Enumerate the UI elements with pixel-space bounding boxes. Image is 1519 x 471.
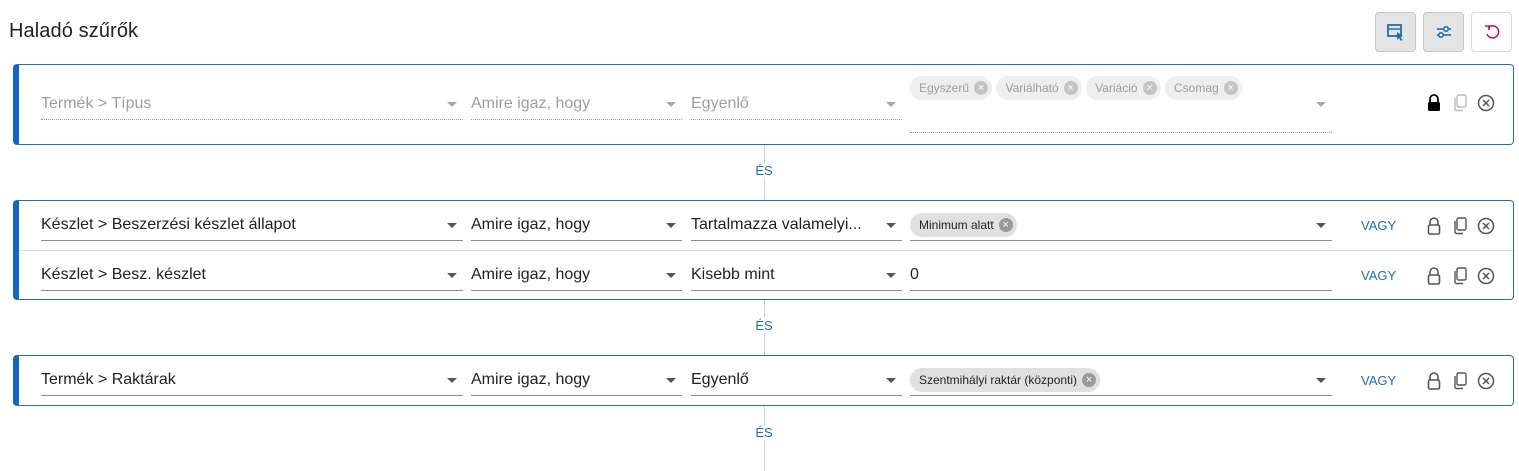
filter-group: Termék > Típus Amire igaz, hogy Egyenlő … (13, 64, 1514, 145)
value-select[interactable]: Egyszerű × Variálható × Variáció × Csomag × (910, 75, 1332, 133)
chevron-down-icon (447, 102, 457, 107)
and-label: ÉS (734, 318, 794, 333)
remove-icon[interactable] (1475, 265, 1497, 287)
operator-select[interactable]: Tartalmazza valamelyi... (691, 211, 902, 241)
value-chip: Egyszerű × (910, 75, 993, 100)
lock-open-icon[interactable] (1423, 370, 1445, 392)
and-label: ÉS (734, 425, 794, 440)
copy-icon[interactable] (1449, 215, 1471, 237)
chevron-down-icon (666, 378, 676, 383)
filter-row: Készlet > Beszerzési készlet állapot Ami… (19, 201, 1513, 250)
chevron-down-icon (886, 223, 896, 228)
chevron-down-icon (1316, 102, 1326, 107)
chip-remove-icon[interactable]: × (1082, 372, 1097, 387)
toolbar (1375, 12, 1512, 52)
chevron-down-icon (886, 378, 896, 383)
sliders-icon (1436, 25, 1451, 39)
chevron-down-icon (886, 273, 896, 278)
remove-icon[interactable] (1475, 92, 1497, 114)
filter-group: Termék > Raktárak Amire igaz, hogy Egyen… (13, 355, 1514, 406)
value-chip: Variáció × (1086, 75, 1161, 100)
operator-select[interactable]: Kisebb mint (691, 261, 902, 291)
and-label: ÉS (734, 163, 794, 178)
remove-icon[interactable] (1475, 370, 1497, 392)
quantifier-select[interactable]: Amire igaz, hogy (471, 90, 682, 120)
operator-select[interactable]: Egyenlő (691, 90, 902, 120)
copy-icon[interactable] (1449, 370, 1471, 392)
row-actions (1423, 265, 1497, 287)
chevron-down-icon (447, 273, 457, 278)
value-chip: Minimum alatt × (910, 212, 1017, 237)
value-chip: Szentmihályi raktár (központi) × (910, 367, 1101, 392)
chevron-down-icon (1316, 223, 1326, 228)
chevron-down-icon (447, 223, 457, 228)
or-button[interactable]: VAGY (1361, 373, 1396, 388)
value-input[interactable]: 0 (910, 261, 1332, 291)
or-button[interactable]: VAGY (1361, 218, 1396, 233)
chevron-down-icon (886, 102, 896, 107)
copy-icon[interactable] (1449, 92, 1471, 114)
undo-icon (1484, 25, 1499, 39)
chip-remove-icon[interactable]: × (998, 217, 1013, 232)
chevron-down-icon (1316, 378, 1326, 383)
lock-open-icon[interactable] (1423, 215, 1445, 237)
row-actions (1423, 92, 1497, 114)
operator-select[interactable]: Egyenlő (691, 366, 902, 396)
filter-settings-button[interactable] (1423, 12, 1464, 52)
field-select[interactable]: Termék > Típus (41, 90, 463, 120)
chevron-down-icon (666, 102, 676, 107)
quantifier-select[interactable]: Amire igaz, hogy (471, 261, 682, 291)
copy-icon[interactable] (1449, 265, 1471, 287)
filter-row: Termék > Raktárak Amire igaz, hogy Egyen… (19, 356, 1513, 405)
field-select[interactable]: Készlet > Besz. készlet (41, 261, 463, 291)
filter-apply-icon (1386, 24, 1403, 41)
field-select[interactable]: Termék > Raktárak (41, 366, 463, 396)
page-title: Haladó szűrők (9, 20, 139, 42)
value-chip: Variálható × (996, 75, 1082, 100)
or-button[interactable]: VAGY (1361, 268, 1396, 283)
filter-group: Készlet > Beszerzési készlet állapot Ami… (13, 200, 1514, 300)
chip-remove-icon[interactable]: × (974, 80, 989, 95)
lock-icon[interactable] (1423, 92, 1445, 114)
value-select[interactable]: Minimum alatt × (910, 211, 1332, 241)
chevron-down-icon (666, 273, 676, 278)
row-actions (1423, 370, 1497, 392)
lock-open-icon[interactable] (1423, 265, 1445, 287)
remove-icon[interactable] (1475, 215, 1497, 237)
value-select[interactable]: Szentmihályi raktár (központi) × (910, 366, 1332, 396)
chip-remove-icon[interactable]: × (1223, 80, 1238, 95)
filter-row: Készlet > Besz. készlet Amire igaz, hogy… (19, 250, 1513, 299)
chevron-down-icon (666, 223, 676, 228)
chevron-down-icon (447, 378, 457, 383)
chip-remove-icon[interactable]: × (1063, 80, 1078, 95)
field-select[interactable]: Készlet > Beszerzési készlet állapot (41, 211, 463, 241)
quantifier-select[interactable]: Amire igaz, hogy (471, 366, 682, 396)
chip-remove-icon[interactable]: × (1142, 80, 1157, 95)
quantifier-select[interactable]: Amire igaz, hogy (471, 211, 682, 241)
reset-button[interactable] (1471, 12, 1512, 52)
apply-filter-button[interactable] (1375, 12, 1416, 52)
value-chip: Csomag × (1165, 75, 1242, 100)
row-actions (1423, 215, 1497, 237)
